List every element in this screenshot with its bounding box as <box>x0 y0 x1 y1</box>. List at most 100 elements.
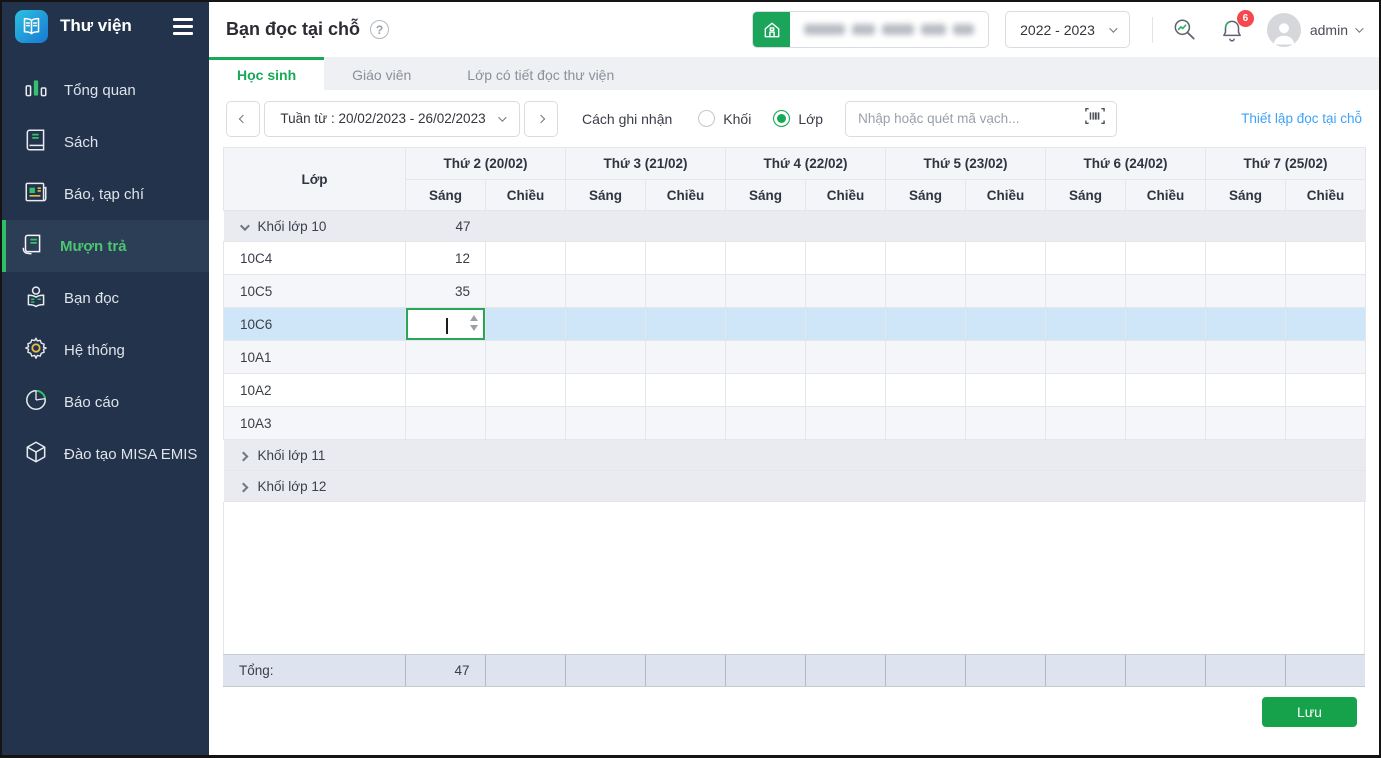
session-value-cell[interactable] <box>1205 373 1286 407</box>
session-value-cell[interactable] <box>885 274 966 308</box>
session-value-cell[interactable] <box>805 340 886 374</box>
next-week-button[interactable] <box>524 100 558 137</box>
session-value-cell[interactable] <box>485 241 566 275</box>
chevron-right-icon[interactable] <box>238 451 248 461</box>
chevron-right-icon[interactable] <box>238 482 248 492</box>
session-value-cell[interactable] <box>965 241 1046 275</box>
session-value-cell[interactable] <box>1285 307 1366 341</box>
session-value-cell[interactable] <box>485 406 566 440</box>
session-value-cell[interactable] <box>725 406 806 440</box>
session-value-cell[interactable] <box>885 307 966 341</box>
session-value-cell[interactable] <box>405 307 486 341</box>
session-value-cell[interactable] <box>645 406 726 440</box>
group-row-label[interactable]: Khối lớp 12 <box>223 470 406 502</box>
radio-lop[interactable]: Lớp <box>773 110 823 127</box>
session-value-cell[interactable] <box>645 307 726 341</box>
session-value-cell[interactable] <box>645 274 726 308</box>
help-icon[interactable]: ? <box>370 20 390 39</box>
session-value-cell[interactable] <box>405 373 486 407</box>
session-value-cell[interactable] <box>805 406 886 440</box>
session-value-cell[interactable] <box>725 274 806 308</box>
radio-khoi[interactable]: Khối <box>698 110 751 127</box>
session-value-cell[interactable] <box>965 406 1046 440</box>
session-value-cell[interactable] <box>645 373 726 407</box>
sidebar-item-tong-quan[interactable]: Tổng quan <box>2 64 209 116</box>
session-value-cell[interactable] <box>1205 307 1286 341</box>
session-value-cell[interactable] <box>1125 307 1206 341</box>
session-value-cell[interactable] <box>965 340 1046 374</box>
sidebar-item-he-thong[interactable]: Hệ thống <box>2 324 209 376</box>
session-value-cell[interactable] <box>885 406 966 440</box>
session-value-cell[interactable] <box>805 307 886 341</box>
sidebar-item-bao-cao[interactable]: Báo cáo <box>2 376 209 428</box>
notifications-bell-icon[interactable]: 6 <box>1219 9 1254 43</box>
session-value-cell[interactable] <box>1125 241 1206 275</box>
session-value-cell[interactable] <box>885 373 966 407</box>
session-value-cell[interactable] <box>1285 340 1366 374</box>
session-value-cell[interactable] <box>405 406 486 440</box>
session-value-cell[interactable] <box>965 373 1046 407</box>
session-value-cell[interactable] <box>565 274 646 308</box>
session-value-cell[interactable] <box>965 274 1046 308</box>
session-value-cell[interactable] <box>725 307 806 341</box>
session-value-cell[interactable] <box>1285 406 1366 440</box>
group-row-label[interactable]: Khối lớp 11 <box>223 439 406 471</box>
session-value-cell[interactable] <box>1045 307 1126 341</box>
session-value-cell[interactable] <box>565 340 646 374</box>
session-value-cell[interactable] <box>805 373 886 407</box>
barcode-search-input[interactable] <box>858 111 1085 126</box>
session-value-cell[interactable] <box>885 241 966 275</box>
session-value-cell[interactable] <box>1045 241 1126 275</box>
sidebar-item-ban-doc[interactable]: Bạn đọc <box>2 272 209 324</box>
tab-giao-vien[interactable]: Giáo viên <box>324 57 439 90</box>
session-value-cell[interactable] <box>1205 340 1286 374</box>
session-value-cell[interactable] <box>965 307 1046 341</box>
session-value-cell[interactable] <box>1125 373 1206 407</box>
session-value-cell[interactable] <box>1205 406 1286 440</box>
tab-hoc-sinh[interactable]: Học sinh <box>209 57 325 90</box>
session-value-cell[interactable] <box>1045 274 1126 308</box>
tab-lop-co-tiet-doc[interactable]: Lớp có tiết đọc thư viện <box>439 57 642 90</box>
session-value-cell[interactable] <box>725 241 806 275</box>
session-value-cell[interactable] <box>1125 340 1206 374</box>
session-value-cell[interactable] <box>485 274 566 308</box>
home-icon[interactable] <box>753 12 791 47</box>
setup-on-site-reading-link[interactable]: Thiết lập đọc tại chỗ <box>1241 111 1362 126</box>
school-selector[interactable] <box>752 11 990 48</box>
session-value-cell[interactable] <box>1045 406 1126 440</box>
stepper-up-icon[interactable] <box>470 315 478 321</box>
session-value-cell[interactable] <box>885 340 966 374</box>
session-value-cell[interactable] <box>805 274 886 308</box>
session-value-cell[interactable] <box>725 373 806 407</box>
chevron-down-icon[interactable] <box>239 220 250 231</box>
session-value-cell[interactable] <box>1205 274 1286 308</box>
session-value-cell[interactable]: 12 <box>405 241 486 275</box>
session-value-cell[interactable] <box>1045 340 1126 374</box>
save-button[interactable]: Lưu <box>1262 697 1357 727</box>
session-value-cell[interactable] <box>405 340 486 374</box>
session-value-cell[interactable] <box>1285 373 1366 407</box>
sidebar-item-muon-tra[interactable]: Mượn trả <box>2 220 209 272</box>
menu-toggle-icon[interactable] <box>173 17 193 35</box>
session-value-cell[interactable] <box>1285 274 1366 308</box>
session-value-cell[interactable] <box>645 340 726 374</box>
sidebar-item-bao-tap-chi[interactable]: Báo, tạp chí <box>2 168 209 220</box>
session-value-cell[interactable] <box>485 340 566 374</box>
avatar[interactable] <box>1266 12 1301 47</box>
sidebar-item-sach[interactable]: Sách <box>2 116 209 168</box>
analytics-search-icon[interactable] <box>1171 17 1197 43</box>
session-value-cell[interactable] <box>645 241 726 275</box>
school-year-select[interactable]: 2022 - 2023 <box>1005 11 1130 48</box>
session-value-cell[interactable] <box>1045 373 1126 407</box>
sidebar-item-dao-tao[interactable]: Đào tạo MISA EMIS <box>2 428 209 480</box>
session-value-cell[interactable] <box>1125 274 1206 308</box>
session-value-cell[interactable] <box>565 307 646 341</box>
session-value-cell[interactable] <box>565 373 646 407</box>
user-menu[interactable]: admin <box>1310 22 1364 38</box>
session-value-cell[interactable] <box>725 340 806 374</box>
session-value-cell[interactable] <box>1125 406 1206 440</box>
session-value-cell[interactable] <box>485 373 566 407</box>
session-value-cell[interactable] <box>565 241 646 275</box>
stepper-down-icon[interactable] <box>470 325 478 331</box>
session-value-cell[interactable] <box>1205 241 1286 275</box>
